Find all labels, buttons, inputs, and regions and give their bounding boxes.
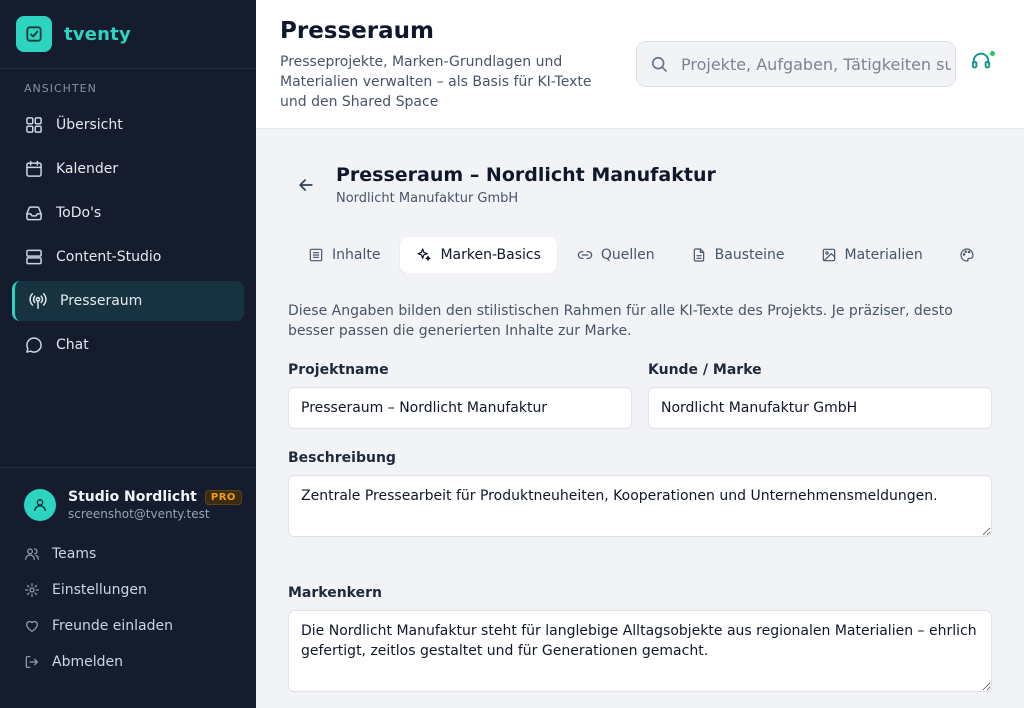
bottom-nav: Teams Einstellungen Freunde einladen Abm… — [24, 536, 173, 680]
sidebar-item-presseraum[interactable]: Presseraum — [12, 281, 244, 321]
client-field[interactable] — [648, 387, 992, 429]
user-profile[interactable]: Studio Nordlicht PRO screenshot@tventy.t… — [24, 489, 242, 521]
tab-label: Bausteine — [714, 247, 785, 263]
divider — [0, 68, 256, 69]
project-name-field[interactable] — [288, 387, 632, 429]
user-name-row: Studio Nordlicht PRO — [68, 489, 242, 505]
logo-icon — [16, 16, 52, 52]
header: Presseraum Presseprojekte, Marken-Grundl… — [256, 0, 1024, 129]
search-input[interactable] — [681, 54, 951, 74]
sidebar-item-todos[interactable]: ToDo's — [12, 193, 244, 233]
inbox-icon — [26, 206, 42, 221]
tab-label: Inhalte — [332, 247, 381, 263]
teams-label: Teams — [52, 546, 97, 562]
tab-quellen[interactable]: Quellen — [561, 237, 671, 273]
gear-icon — [25, 583, 39, 597]
palette-icon — [960, 248, 974, 262]
brand[interactable]: tventy — [16, 16, 131, 52]
teams-link[interactable]: Teams — [24, 536, 173, 572]
sparkle-icon — [417, 248, 432, 261]
sidebar-item-label: Presseraum — [60, 293, 143, 309]
tab-inhalte[interactable]: Inhalte — [292, 237, 396, 273]
sidebar-item-kalender[interactable]: Kalender — [12, 149, 244, 189]
logout-icon — [25, 656, 38, 668]
tab-marken-basics[interactable]: Marken-Basics — [400, 237, 557, 273]
sidebar: tventy ANSICHTEN Übersicht Kalender ToDo… — [0, 0, 256, 708]
invite-friends-label: Freunde einladen — [52, 618, 174, 634]
arrow-left-icon — [299, 179, 313, 191]
project-client: Nordlicht Manufaktur GmbH — [336, 191, 519, 206]
support-button[interactable] — [970, 50, 996, 76]
sidebar-item-label: Chat — [56, 337, 89, 353]
chat-icon — [26, 337, 42, 353]
sidebar-item-label: ToDo's — [56, 205, 102, 221]
project-title: Presseraum – Nordlicht Manufaktur — [336, 164, 716, 186]
document-icon — [693, 248, 704, 262]
sidebar-item-label: Übersicht — [56, 117, 123, 133]
users-icon — [25, 548, 39, 560]
project-name-label: Projektname — [288, 362, 389, 378]
online-indicator — [989, 50, 996, 57]
sidebar-item-label: Kalender — [56, 161, 119, 177]
tab-materialien[interactable]: Materialien — [805, 237, 939, 273]
brand-name: tventy — [64, 23, 131, 45]
tab-bar: Inhalte Marken-Basics Quellen Bausteine … — [292, 237, 1024, 273]
back-button[interactable] — [296, 175, 316, 195]
search-icon — [651, 56, 667, 72]
brand-core-field[interactable]: Die Nordlicht Manufaktur steht für langl… — [288, 610, 992, 692]
invite-friends-link[interactable]: Freunde einladen — [24, 608, 173, 644]
sidebar-item-content-studio[interactable]: Content-Studio — [12, 237, 244, 277]
user-name: Studio Nordlicht — [68, 489, 197, 505]
user-icon — [34, 499, 46, 512]
sidebar-nav: Übersicht Kalender ToDo's Content-Studio… — [12, 105, 244, 369]
settings-label: Einstellungen — [52, 582, 147, 598]
section-label: ANSICHTEN — [24, 82, 97, 95]
broadcast-icon — [29, 293, 47, 309]
page-subtitle: Presseprojekte, Marken-Grundlagen und Ma… — [280, 54, 592, 110]
user-email: screenshot@tventy.test — [68, 507, 210, 521]
description-label: Beschreibung — [288, 450, 396, 466]
tab-label: Materialien — [844, 247, 923, 263]
layers-icon — [26, 249, 42, 265]
calendar-icon — [26, 160, 42, 177]
description-field[interactable]: Zentrale Pressearbeit für Produktneuheit… — [288, 475, 992, 537]
logout-link[interactable]: Abmelden — [24, 644, 173, 680]
page-title: Presseraum — [280, 18, 434, 44]
sidebar-item-uebersicht[interactable]: Übersicht — [12, 105, 244, 145]
tab-label: Marken-Basics — [440, 247, 541, 263]
image-icon — [822, 248, 835, 262]
grid-icon — [26, 117, 42, 133]
link-icon — [577, 251, 593, 259]
list-icon — [309, 248, 323, 262]
intro-text: Diese Angaben bilden den stilistischen R… — [288, 303, 953, 339]
divider — [0, 467, 256, 468]
avatar — [24, 489, 56, 521]
heart-icon — [26, 620, 38, 632]
tab-bausteine[interactable]: Bausteine — [675, 237, 801, 273]
tab-label: Quellen — [600, 247, 655, 263]
sidebar-item-chat[interactable]: Chat — [12, 325, 244, 365]
client-label: Kunde / Marke — [648, 362, 762, 378]
pro-badge: PRO — [204, 489, 242, 505]
logout-label: Abmelden — [52, 654, 123, 670]
brand-core-label: Markenkern — [288, 585, 382, 601]
search-box[interactable] — [636, 41, 956, 87]
settings-link[interactable]: Einstellungen — [24, 572, 173, 608]
tab-design[interactable] — [943, 237, 991, 273]
sidebar-item-label: Content-Studio — [56, 249, 162, 265]
